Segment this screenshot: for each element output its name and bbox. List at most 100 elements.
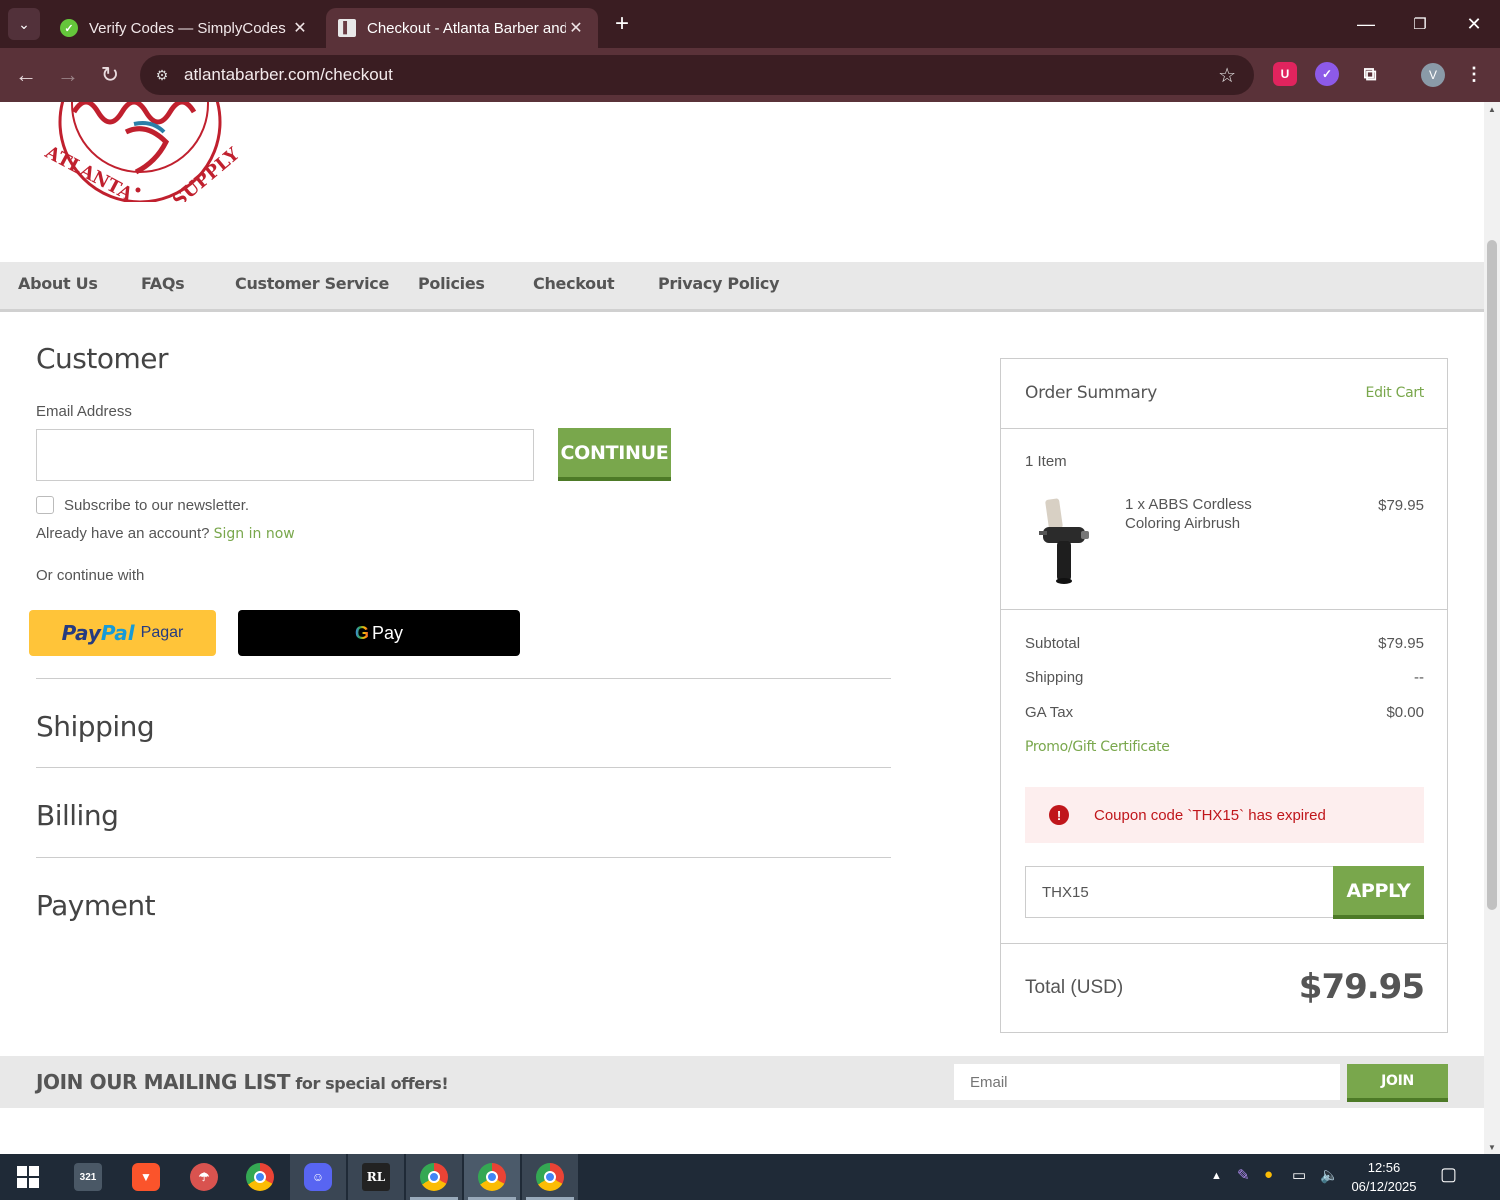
notifications-icon[interactable]: ▢: [1440, 1164, 1457, 1185]
shipping-heading[interactable]: Shipping: [36, 710, 155, 743]
paypal-button-text: Pagar: [140, 624, 184, 641]
logo-text-left: ATLANTA: [41, 141, 137, 202]
nav-checkout[interactable]: Checkout: [533, 274, 615, 293]
paypal-logo: PayPal: [62, 621, 135, 645]
account-prompt-text: Already have an account?: [36, 525, 210, 542]
close-window-icon[interactable]: ✕: [1454, 8, 1494, 40]
volume-icon[interactable]: 🔈: [1320, 1166, 1339, 1184]
clock-time: 12:56: [1367, 1160, 1401, 1175]
total-label: Total (USD): [1025, 977, 1124, 998]
scroll-down-icon[interactable]: ▼: [1484, 1140, 1500, 1154]
chrome-icon[interactable]: [232, 1154, 288, 1200]
tab-search-button[interactable]: ⌄: [8, 8, 40, 40]
subtotal-label: Subtotal: [1025, 635, 1081, 652]
windows-start-icon[interactable]: [0, 1154, 56, 1200]
parachute-app-icon[interactable]: ☂: [176, 1154, 232, 1200]
page-scrollbar[interactable]: ▲ ▼: [1484, 102, 1500, 1154]
discord-icon[interactable]: ☺: [290, 1154, 346, 1200]
reload-icon[interactable]: ↻: [94, 59, 126, 91]
paypal-logo-pay: Pay: [61, 621, 101, 645]
error-icon: !: [1049, 805, 1069, 825]
mailing-title-main: JOIN OUR MAILING LIST: [36, 1070, 291, 1094]
logo-text-right: SUPPLY: [169, 143, 244, 202]
restore-window-icon[interactable]: ❐: [1400, 8, 1440, 40]
email-address-input[interactable]: [36, 429, 534, 481]
sign-in-link[interactable]: Sign in now: [214, 526, 295, 542]
network-icon[interactable]: ▭: [1292, 1166, 1306, 1184]
tax-label: GA Tax: [1025, 704, 1074, 721]
bookmark-star-icon[interactable]: ☆: [1218, 63, 1236, 88]
site-info-icon[interactable]: ⚙: [152, 65, 172, 85]
profile-avatar[interactable]: V: [1421, 63, 1445, 87]
coupon-code-input[interactable]: [1025, 866, 1335, 918]
nav-privacy-policy[interactable]: Privacy Policy: [658, 274, 780, 293]
summary-divider: [1001, 428, 1447, 429]
paypal-logo-pal: Pal: [100, 621, 135, 645]
billing-heading[interactable]: Billing: [36, 799, 119, 832]
tab-simplycodes[interactable]: ✓ Verify Codes — SimplyCodes ✕: [48, 8, 322, 48]
order-summary-panel: Order Summary Edit Cart 1 Item 1 x ABBS …: [1000, 358, 1448, 1033]
site-favicon-icon: ▌: [338, 19, 356, 37]
address-bar[interactable]: ⚙ atlantabarber.com/checkout ☆: [140, 55, 1254, 95]
ublock-extension-icon[interactable]: U: [1273, 62, 1297, 86]
tax-value: $0.00: [1386, 704, 1424, 721]
google-pay-button[interactable]: G Pay: [238, 610, 520, 656]
browser-toolbar: ← → ↻ ⚙ atlantabarber.com/checkout ☆ U ✓…: [0, 48, 1500, 102]
newsletter-checkbox[interactable]: [36, 496, 54, 514]
pen-tray-icon[interactable]: ✎: [1237, 1166, 1250, 1184]
url-text[interactable]: atlantabarber.com/checkout: [184, 65, 393, 85]
new-tab-plus-icon[interactable]: +: [608, 10, 636, 38]
coupon-error-alert: ! Coupon code `THX15` has expired: [1025, 787, 1424, 843]
close-tab-icon[interactable]: ✕: [566, 18, 586, 38]
shipping-value: --: [1414, 669, 1424, 686]
rl-app-icon[interactable]: RL: [348, 1154, 404, 1200]
simplycodes-extension-icon[interactable]: ✓: [1315, 62, 1339, 86]
chrome-tray-icon[interactable]: ●: [1264, 1166, 1273, 1183]
order-summary-title: Order Summary: [1025, 383, 1157, 403]
paypal-button[interactable]: PayPal Pagar: [29, 610, 216, 656]
google-g-icon: G: [354, 622, 369, 643]
scrollbar-thumb[interactable]: [1487, 240, 1497, 910]
store-logo[interactable]: ATLANTA SUPPLY: [34, 102, 244, 202]
nav-customer-service[interactable]: Customer Service: [235, 274, 389, 293]
browser-tab-bar: ⌄ ✓ Verify Codes — SimplyCodes ✕ ▌ Check…: [0, 0, 1500, 48]
total-value: $79.95: [1298, 967, 1425, 1007]
store-navigation: About Us FAQs Customer Service Policies …: [0, 262, 1484, 312]
scroll-up-icon[interactable]: ▲: [1484, 102, 1500, 116]
mailing-email-input[interactable]: [954, 1064, 1340, 1100]
close-tab-icon[interactable]: ✕: [290, 18, 310, 38]
minimize-icon[interactable]: —: [1346, 8, 1386, 40]
shipping-label: Shipping: [1025, 669, 1084, 686]
newsletter-label: Subscribe to our newsletter.: [64, 497, 250, 514]
join-button[interactable]: JOIN: [1347, 1064, 1448, 1102]
nav-about-us[interactable]: About Us: [18, 274, 98, 293]
chrome-profile-2-icon[interactable]: [464, 1154, 520, 1200]
media-player-icon[interactable]: 321: [60, 1154, 116, 1200]
edit-cart-link[interactable]: Edit Cart: [1366, 385, 1425, 401]
tray-overflow-icon[interactable]: ▲: [1211, 1170, 1222, 1182]
browser-menu-icon[interactable]: ⋮: [1462, 62, 1486, 86]
system-clock[interactable]: 12:56 06/12/2025: [1344, 1158, 1424, 1196]
nav-policies[interactable]: Policies: [418, 274, 485, 293]
chrome-profile-3-icon[interactable]: [522, 1154, 578, 1200]
account-prompt: Already have an account? Sign in now: [36, 525, 295, 542]
clock-date: 06/12/2025: [1351, 1179, 1417, 1194]
payment-heading[interactable]: Payment: [36, 889, 156, 922]
tab-checkout[interactable]: ▌ Checkout - Atlanta Barber and Beauty S…: [326, 8, 598, 48]
brave-browser-icon[interactable]: ▼: [118, 1154, 174, 1200]
continue-button[interactable]: CONTINUE: [558, 428, 671, 481]
tab-title: Verify Codes — SimplyCodes: [89, 19, 286, 37]
apply-coupon-button[interactable]: APPLY: [1333, 866, 1424, 919]
nav-faqs[interactable]: FAQs: [141, 274, 185, 293]
chrome-profile-1-icon[interactable]: [406, 1154, 462, 1200]
customer-heading: Customer: [36, 342, 169, 375]
promo-gift-link[interactable]: Promo/Gift Certificate: [1025, 739, 1423, 755]
continue-with-label: Or continue with: [36, 567, 145, 584]
coupon-error-text: Coupon code `THX15` has expired: [1094, 806, 1326, 824]
forward-arrow-icon[interactable]: →: [52, 59, 84, 91]
extensions-puzzle-icon[interactable]: ⧉: [1358, 62, 1382, 86]
summary-divider: [1001, 943, 1447, 944]
email-label: Email Address: [36, 403, 132, 420]
back-arrow-icon[interactable]: ←: [10, 59, 42, 91]
subtotal-value: $79.95: [1378, 635, 1424, 652]
